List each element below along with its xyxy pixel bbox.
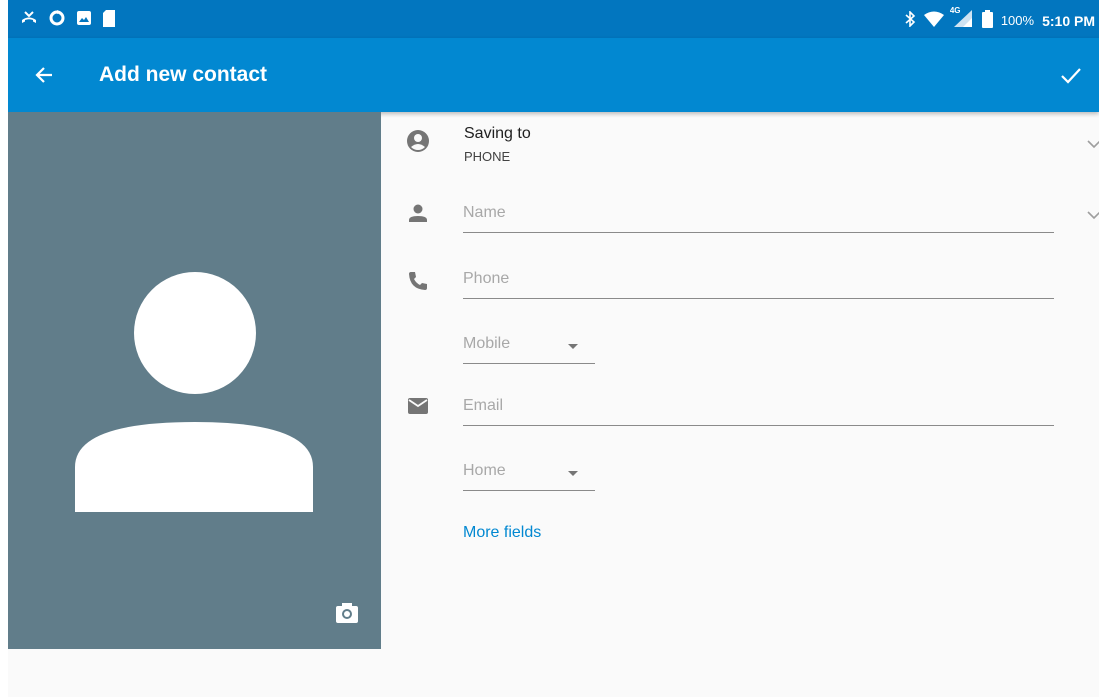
email-type-value: Home bbox=[463, 462, 506, 479]
change-photo-button[interactable] bbox=[334, 600, 360, 626]
missed-call-icon bbox=[20, 9, 38, 32]
sync-icon bbox=[48, 9, 66, 32]
phone-field[interactable] bbox=[463, 262, 1054, 299]
person-icon bbox=[406, 202, 434, 230]
network-type: 4G bbox=[949, 6, 961, 15]
sd-card-icon bbox=[102, 9, 116, 32]
back-button[interactable] bbox=[30, 61, 60, 89]
wifi-icon bbox=[923, 11, 944, 30]
saving-to-account: PHONE bbox=[464, 149, 511, 164]
camera-icon bbox=[336, 603, 358, 623]
account-selector-toggle[interactable] bbox=[1085, 135, 1099, 153]
phone-input[interactable] bbox=[463, 264, 1054, 294]
save-button[interactable] bbox=[1057, 61, 1085, 89]
phone-type-value: Mobile bbox=[463, 335, 511, 352]
saving-to-label: Saving to bbox=[464, 125, 531, 142]
name-input[interactable] bbox=[463, 198, 1054, 228]
dropdown-arrow-icon bbox=[568, 471, 578, 476]
phone-icon bbox=[406, 269, 434, 297]
chevron-down-icon bbox=[1087, 211, 1099, 220]
email-icon bbox=[406, 394, 434, 422]
chevron-down-icon bbox=[1087, 140, 1099, 149]
clock: 5:10 PM bbox=[1042, 12, 1095, 29]
contact-form: Saving to PHONE Mobile bbox=[381, 112, 1099, 697]
page-title: Add new contact bbox=[99, 63, 268, 86]
email-input[interactable] bbox=[463, 391, 1054, 421]
account-circle-icon bbox=[404, 127, 432, 155]
app-bar: Add new contact bbox=[8, 38, 1099, 112]
default-avatar-icon bbox=[75, 272, 313, 512]
dropdown-arrow-icon bbox=[568, 344, 578, 349]
email-field[interactable] bbox=[463, 389, 1054, 426]
status-right: 4G 100% 5:10 PM bbox=[904, 6, 1095, 31]
bluetooth-icon bbox=[904, 10, 916, 30]
signal-4g-icon: 4G bbox=[950, 6, 974, 31]
more-fields-link[interactable]: More fields bbox=[463, 524, 541, 542]
email-type-select[interactable]: Home bbox=[463, 454, 595, 491]
check-icon bbox=[1061, 68, 1081, 84]
arrow-back-icon bbox=[35, 67, 52, 83]
status-bar: 4G 100% 5:10 PM bbox=[8, 0, 1099, 38]
name-expand-toggle[interactable] bbox=[1085, 206, 1099, 224]
status-left-icons bbox=[20, 9, 116, 32]
name-field[interactable] bbox=[463, 196, 1054, 233]
contact-photo[interactable] bbox=[8, 112, 381, 649]
phone-type-select[interactable]: Mobile bbox=[463, 327, 595, 364]
app-frame: 4G 100% 5:10 PM Add new contact Saving t… bbox=[8, 0, 1099, 697]
photo-icon bbox=[76, 10, 92, 31]
battery-percent: 100% bbox=[1000, 13, 1035, 28]
battery-icon bbox=[981, 10, 993, 31]
